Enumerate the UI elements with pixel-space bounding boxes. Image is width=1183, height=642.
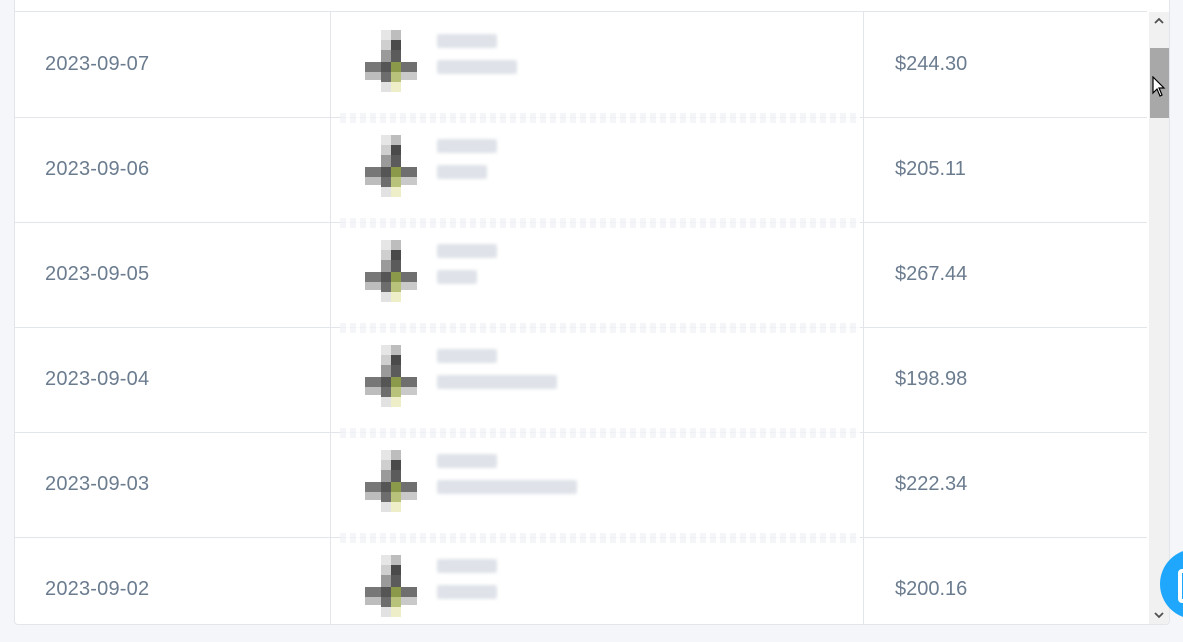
order-amount: $205.11 [895,158,966,180]
product-thumbnail [365,450,417,512]
order-amount: $222.34 [895,473,968,495]
redacted-product-detail [437,270,477,284]
redacted-product-name [437,139,497,153]
column-divider [330,12,331,624]
order-amount: $200.16 [895,578,968,600]
redacted-product-name [437,559,497,573]
table-row[interactable]: 2023-09-07 $244.30 [15,12,1147,118]
table-row[interactable]: 2023-09-03 $222.34 [15,432,1147,538]
order-amount: $244.30 [895,53,968,75]
redacted-product-detail [437,375,557,389]
orders-table: 2023-09-07 $244.30 2023-09-06 $205.11 2023-0… [14,0,1170,625]
order-date: 2023-09-06 [45,158,150,180]
order-date: 2023-09-02 [45,578,150,600]
redacted-product-name [437,349,497,363]
redacted-product-detail [437,585,497,599]
redacted-product-name [437,244,497,258]
chevron-down-icon[interactable] [1149,606,1169,624]
product-thumbnail [365,345,417,407]
order-date: 2023-09-05 [45,263,150,285]
column-divider [863,12,864,624]
order-amount: $267.44 [895,263,968,285]
product-cell [365,450,577,514]
order-date: 2023-09-04 [45,368,150,390]
table-row[interactable]: 2023-09-04 $198.98 [15,327,1147,433]
product-thumbnail [365,240,417,302]
product-cell [365,30,525,94]
product-cell [365,345,557,409]
order-amount: $198.98 [895,368,968,390]
product-thumbnail [365,555,417,617]
redacted-product-detail [437,165,487,179]
product-thumbnail [365,30,417,92]
redacted-product-detail [437,480,577,494]
vertical-scrollbar[interactable] [1149,12,1169,624]
chat-icon [1178,569,1183,603]
redacted-product-name [437,34,497,48]
order-date: 2023-09-07 [45,53,150,75]
order-date: 2023-09-03 [45,473,150,495]
table-row[interactable]: 2023-09-06 $205.11 [15,117,1147,223]
table-row[interactable]: 2023-09-02 $200.16 [15,537,1147,624]
mouse-cursor-icon [1152,76,1166,97]
table-row[interactable]: 2023-09-05 $267.44 [15,222,1147,328]
product-cell [365,555,525,619]
product-thumbnail [365,135,417,197]
chevron-up-icon[interactable] [1149,12,1169,30]
redacted-product-name [437,454,497,468]
product-cell [365,240,525,304]
product-cell [365,135,525,199]
redacted-product-detail [437,60,517,74]
